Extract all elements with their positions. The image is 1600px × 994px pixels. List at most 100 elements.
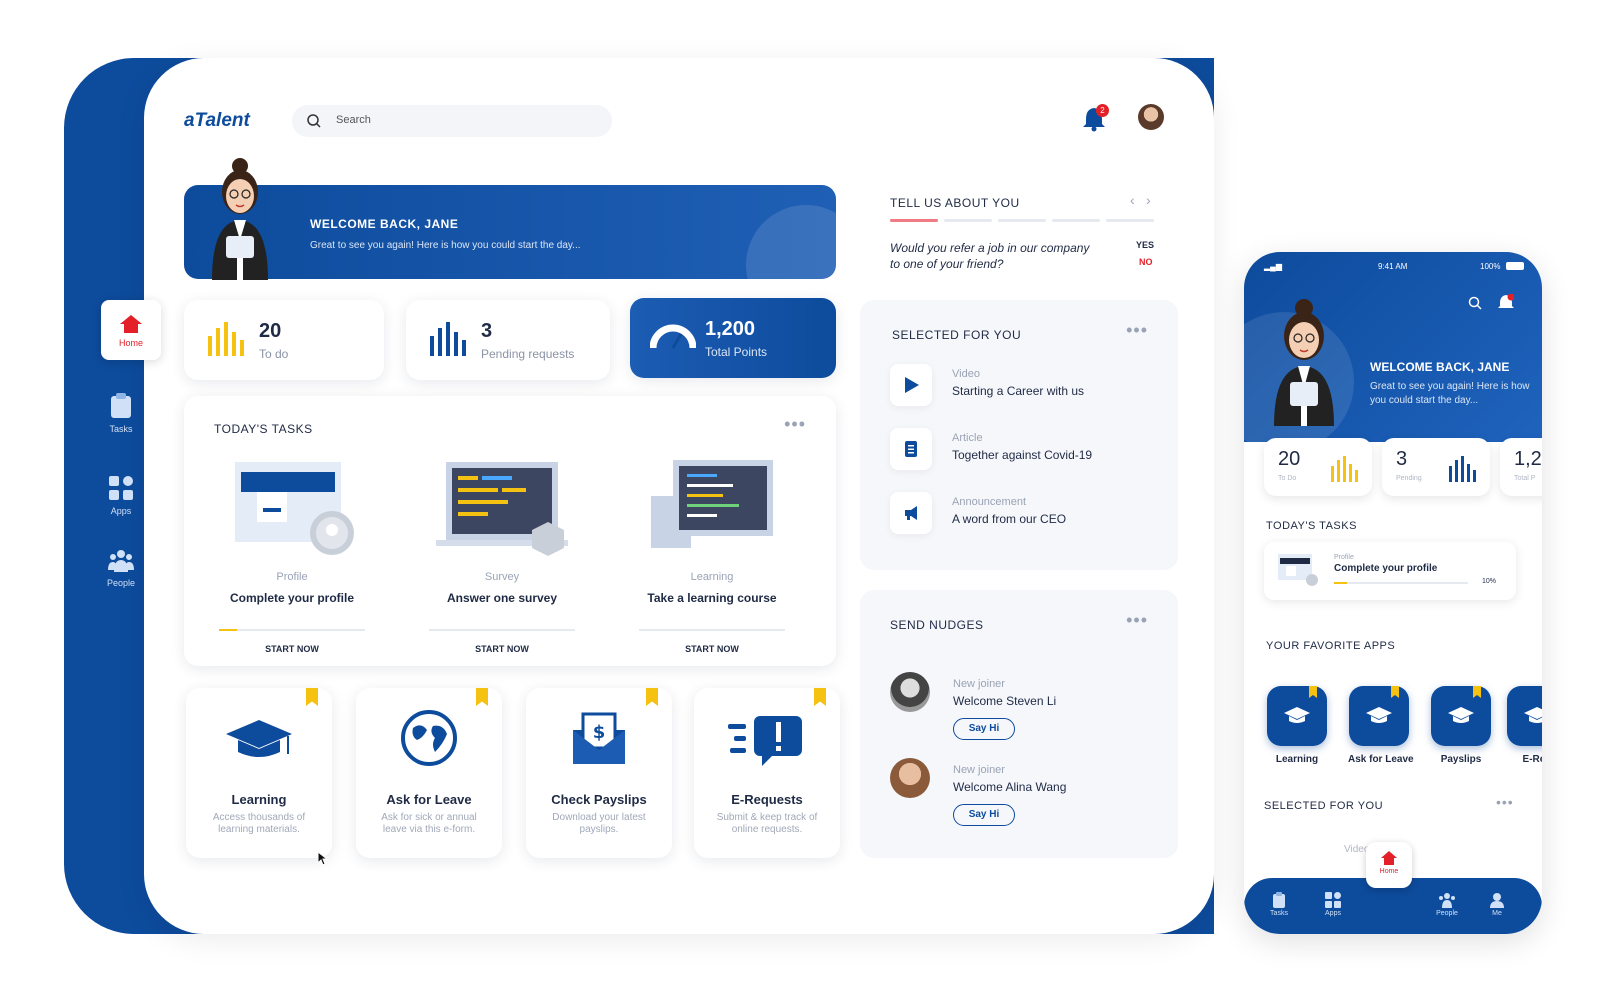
alert-chat-icon [728, 716, 802, 766]
chevron-right-icon[interactable]: › [1146, 192, 1151, 208]
cursor-icon [318, 852, 328, 866]
search-icon[interactable] [1468, 296, 1482, 310]
avatar-illustration [212, 158, 268, 280]
item-type: Announcement [952, 496, 1026, 508]
mobile-app-learning[interactable]: Learning [1266, 686, 1328, 765]
app-label: Ask for Leave [1348, 754, 1414, 765]
mobile-app-erequests[interactable]: E-Req [1506, 686, 1542, 765]
task-item[interactable]: Survey Answer one survey START NOW [402, 458, 602, 654]
stat-label: Pending requests [481, 347, 575, 361]
selected-for-you-panel: SELECTED FOR YOU ••• Video Starting a Ca… [860, 300, 1178, 570]
mobile-stat-todo[interactable]: 20 To Do [1264, 438, 1372, 496]
mobile-stat-pending[interactable]: 3 Pending [1382, 438, 1490, 496]
chevron-left-icon[interactable]: ‹ [1130, 192, 1135, 208]
more-options-icon[interactable]: ••• [1126, 320, 1148, 341]
start-now-button[interactable]: START NOW [612, 644, 812, 654]
mobile-app-payslips[interactable]: Payslips [1430, 686, 1492, 765]
stat-value: 3 [481, 320, 493, 342]
task-item[interactable]: Profile Complete your profile START NOW [192, 458, 392, 654]
mobile-welcome-title: WELCOME BACK, JANE [1370, 360, 1510, 374]
status-time: 9:41 AM [1378, 262, 1408, 271]
bookmark-icon [476, 688, 488, 706]
survey-yes-button[interactable]: YES [1136, 240, 1154, 250]
stat-card-pending[interactable]: 3 Pending requests [406, 300, 610, 380]
bell-icon[interactable] [1498, 294, 1514, 312]
start-now-button[interactable]: START NOW [192, 644, 392, 654]
home-icon [120, 315, 142, 333]
nudge-item: New joiner Welcome Alina Wang Say Hi [890, 758, 1130, 838]
stat-value: 1,200 [705, 318, 756, 340]
mobile-task-card[interactable]: Profile Complete your profile 10% [1264, 542, 1516, 600]
welcome-title: WELCOME BACK, JANE [310, 217, 459, 231]
app-card-leave[interactable]: Ask for Leave Ask for sick or annual lea… [356, 688, 502, 858]
more-options-icon[interactable]: ••• [1126, 610, 1148, 631]
app-card-payslips[interactable]: $ Check Payslips Download your latest pa… [526, 688, 672, 858]
nav-item-apps[interactable]: Apps [1318, 892, 1348, 917]
user-avatar[interactable] [1138, 104, 1164, 130]
bookmark-icon [1309, 686, 1317, 698]
mobile-stat-points[interactable]: 1,2 Total P [1500, 438, 1542, 496]
selected-item[interactable]: Announcement A word from our CEO [890, 492, 1130, 538]
article-icon [890, 428, 932, 470]
stat-card-points[interactable]: 1,200 Total Points [630, 298, 836, 378]
task-progress [639, 629, 785, 631]
globe-icon [401, 710, 457, 766]
nav-item-me[interactable]: Me [1482, 892, 1512, 917]
task-title: Take a learning course [647, 591, 777, 605]
survey-step [1052, 219, 1100, 222]
nudge-name: Welcome Alina Wang [953, 780, 1067, 794]
app-description: Download your latest payslips. [552, 812, 646, 835]
bookmark-icon [646, 688, 658, 706]
start-now-button[interactable]: START NOW [402, 644, 602, 654]
nudge-item: New joiner Welcome Steven Li Say Hi [890, 672, 1130, 752]
more-options-icon[interactable]: ••• [1496, 794, 1514, 810]
task-item[interactable]: Learning Take a learning course START NO… [612, 458, 812, 654]
survey-no-button[interactable]: NO [1139, 257, 1153, 267]
status-battery: 100% [1480, 262, 1501, 271]
app-title: Ask for Leave [386, 792, 472, 807]
task-progress [219, 629, 365, 631]
nav-item-home[interactable]: Home [1366, 842, 1412, 888]
nav-item-people[interactable]: People [1432, 892, 1462, 917]
sidebar-item-apps[interactable]: Apps [88, 474, 154, 516]
task-progress-fill [1334, 582, 1348, 584]
app-card-erequests[interactable]: E-Requests Submit & keep track of online… [694, 688, 840, 858]
learning-illustration [651, 460, 773, 548]
selected-item[interactable]: Article Together against Covid-19 [890, 428, 1130, 474]
sidebar-item-home[interactable]: Home [101, 300, 161, 360]
stat-card-todo[interactable]: 20 To do [184, 300, 384, 380]
svg-text:$: $ [593, 722, 606, 743]
mobile-apps-title: YOUR FAVORITE APPS [1266, 640, 1396, 652]
bookmark-icon [1473, 686, 1481, 698]
home-icon [1381, 851, 1397, 865]
task-progress [429, 629, 575, 631]
avatar [890, 758, 930, 798]
say-hi-button[interactable]: Say Hi [953, 718, 1015, 740]
task-progress [1334, 582, 1468, 584]
stat-label: Pending [1396, 475, 1422, 482]
task-title: Answer one survey [446, 591, 558, 605]
sidebar-item-people[interactable]: People [88, 546, 154, 588]
stat-value: 3 [1396, 448, 1408, 470]
nav-item-tasks[interactable]: Tasks [1264, 892, 1294, 917]
say-hi-button[interactable]: Say Hi [953, 804, 1015, 826]
todays-tasks-card: TODAY'S TASKS ••• Profile Complete your … [184, 396, 836, 666]
sidebar-label: Apps [110, 506, 132, 516]
banner-decoration [746, 205, 836, 279]
sidebar-item-tasks[interactable]: Tasks [88, 392, 154, 434]
app-card-learning[interactable]: Learning Access thousands of learning ma… [186, 688, 332, 858]
survey-illustration [436, 462, 568, 556]
mobile-app-leave[interactable]: Ask for Leave [1348, 686, 1414, 765]
bar-chart-icon [208, 322, 244, 356]
nudge-type: New joiner [953, 764, 1005, 776]
stat-value: 20 [1278, 448, 1301, 470]
more-options-icon[interactable]: ••• [784, 414, 806, 435]
graduation-cap-icon [1448, 707, 1474, 723]
selected-item[interactable]: Video Starting a Career with us [890, 364, 1130, 410]
search-input[interactable]: Search [292, 105, 612, 137]
people-icon [108, 550, 134, 572]
avatar-illustration [1274, 299, 1334, 426]
task-category: Learning [690, 571, 734, 583]
mobile-tasks-title: TODAY'S TASKS [1266, 520, 1357, 532]
notification-button[interactable]: 2 [1082, 104, 1110, 134]
